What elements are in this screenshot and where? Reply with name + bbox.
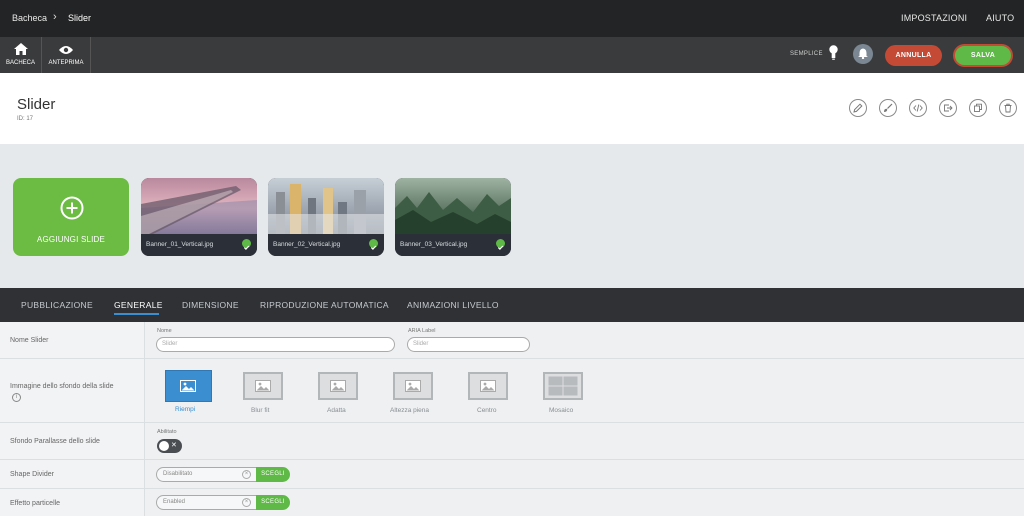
slide-thumbnail[interactable]: Banner_01_Vertical.jpg — [141, 178, 257, 256]
home-label: BACHECA — [5, 60, 35, 66]
slide-caption: Banner_01_Vertical.jpg — [141, 234, 257, 256]
slide-filename: Banner_01_Vertical.jpg — [146, 241, 214, 248]
preview-label: ANTEPRIMA — [48, 60, 84, 66]
row-label: Sfondo Parallasse dello slide — [10, 438, 100, 445]
add-slide-label: AGGIUNGI SLIDE — [36, 235, 106, 244]
row-label-text: Immagine dello sfondo della slide — [10, 383, 114, 390]
close-icon: ✕ — [171, 442, 177, 449]
toggle-knob — [159, 441, 169, 451]
tab-animazioni-livello[interactable]: ANIMAZIONI LIVELLO — [407, 300, 499, 310]
image-full-height-icon — [393, 372, 433, 400]
tab-pubblicazione[interactable]: PUBBLICAZIONE — [21, 300, 93, 310]
parallax-toggle[interactable]: ✕ — [157, 439, 182, 453]
row-label: Immagine dello sfondo della slide i — [10, 381, 120, 403]
mode-label: SEMPLICE — [790, 51, 823, 57]
row-label: Effetto particelle — [10, 500, 61, 507]
aria-label-input[interactable]: Slider — [407, 337, 530, 352]
slide-thumbnail[interactable]: Banner_03_Vertical.jpg — [395, 178, 511, 256]
aria-field-label: ARIA Label — [408, 328, 436, 334]
page-id: ID: 17 — [17, 116, 34, 122]
breadcrumb-root[interactable]: Bacheca — [12, 13, 47, 23]
settings-tabs: PUBBLICAZIONE GENERALE DIMENSIONE RIPROD… — [0, 288, 1024, 322]
toolbar: BACHECA ANTEPRIMA SEMPLICE ANNULLA SALVA — [0, 37, 1024, 73]
tab-riproduzione-automatica[interactable]: RIPRODUZIONE AUTOMATICA — [260, 300, 389, 310]
notifications-button[interactable] — [853, 44, 873, 64]
option-label: Centro — [477, 407, 497, 414]
info-icon[interactable]: i — [12, 392, 21, 402]
image-tile-icon — [543, 372, 583, 400]
toggle-label: Abilitato — [157, 429, 177, 435]
check-icon — [496, 239, 505, 250]
image-center-icon — [468, 372, 508, 400]
row-label: Shape Divider — [10, 471, 54, 478]
settings-row-name: Nome Slider Nome Slider ARIA Label Slide… — [0, 322, 1024, 359]
slide-caption: Banner_02_Vertical.jpg — [268, 234, 384, 256]
brush-icon[interactable] — [879, 99, 897, 117]
code-icon[interactable] — [909, 99, 927, 117]
home-button[interactable]: BACHECA — [0, 37, 42, 73]
save-button[interactable]: SALVA — [953, 44, 1013, 67]
image-blur-icon — [243, 372, 283, 400]
slide-caption: Banner_03_Vertical.jpg — [395, 234, 511, 256]
active-tab-indicator — [114, 313, 159, 315]
trash-icon[interactable] — [999, 99, 1017, 117]
tab-generale[interactable]: GENERALE — [114, 300, 163, 310]
bell-icon — [858, 48, 868, 59]
help-link[interactable]: AIUTO — [986, 13, 1014, 23]
name-field-label: Nome — [157, 328, 172, 334]
slide-image — [268, 178, 384, 234]
preview-button[interactable]: ANTEPRIMA — [42, 37, 91, 73]
slide-filename: Banner_02_Vertical.jpg — [273, 241, 341, 248]
particles-value[interactable]: Enabled — [156, 495, 256, 510]
pencil-icon[interactable] — [849, 99, 867, 117]
duplicate-icon[interactable] — [969, 99, 987, 117]
check-icon — [242, 239, 251, 250]
page-header: Slider ID: 17 — [0, 73, 1024, 144]
lightbulb-icon[interactable] — [829, 45, 838, 66]
cancel-button[interactable]: ANNULLA — [885, 45, 942, 66]
shape-divider-select: Disabilitato × SCEGLI — [156, 467, 290, 482]
option-label: Adatta — [327, 407, 346, 414]
settings-link[interactable]: IMPOSTAZIONI — [901, 13, 967, 23]
page-title: Slider — [17, 96, 56, 113]
plus-circle-icon — [60, 196, 84, 220]
row-label: Nome Slider — [10, 337, 49, 344]
image-fit-icon — [318, 372, 358, 400]
settings-row-background: Immagine dello sfondo della slide i Riem… — [0, 359, 1024, 423]
chevron-right-icon: › — [53, 11, 57, 23]
particles-select: Enabled × SCEGLI — [156, 495, 290, 510]
settings-row-parallax: Sfondo Parallasse dello slide Abilitato — [0, 423, 1024, 460]
settings-row-particles: Effetto particelle — [0, 489, 1024, 516]
eye-icon — [42, 43, 90, 57]
shape-divider-value[interactable]: Disabilitato — [156, 467, 256, 482]
slide-image — [141, 178, 257, 234]
check-icon — [369, 239, 378, 250]
slide-image — [395, 178, 511, 234]
settings-row-shape-divider: Shape Divider — [0, 460, 1024, 489]
image-fill-icon — [166, 371, 211, 401]
slides-panel: AGGIUNGI SLIDE Banner_01_Vertical.jpg Ba… — [0, 144, 1024, 288]
slide-thumbnail[interactable]: Banner_02_Vertical.jpg — [268, 178, 384, 256]
shape-divider-choose-button[interactable]: SCEGLI — [256, 467, 290, 482]
export-icon[interactable] — [939, 99, 957, 117]
clear-icon[interactable]: × — [242, 498, 251, 507]
option-label: Blur fit — [251, 407, 270, 414]
home-icon — [0, 43, 41, 57]
option-label: Altezza piena — [390, 407, 430, 414]
slide-filename: Banner_03_Vertical.jpg — [400, 241, 468, 248]
option-label: Mosaico — [549, 407, 574, 414]
settings-panel: Nome Slider Nome Slider ARIA Label Slide… — [0, 322, 1024, 516]
option-label: Riempi — [175, 406, 196, 413]
tab-dimensione[interactable]: DIMENSIONE — [182, 300, 239, 310]
top-bar: Bacheca › Slider IMPOSTAZIONI AIUTO — [0, 0, 1024, 37]
add-slide-button[interactable]: AGGIUNGI SLIDE — [13, 178, 129, 256]
slider-name-input[interactable]: Slider — [156, 337, 395, 352]
clear-icon[interactable]: × — [242, 470, 251, 479]
particles-choose-button[interactable]: SCEGLI — [256, 495, 290, 510]
breadcrumb-current: Slider — [68, 13, 92, 23]
